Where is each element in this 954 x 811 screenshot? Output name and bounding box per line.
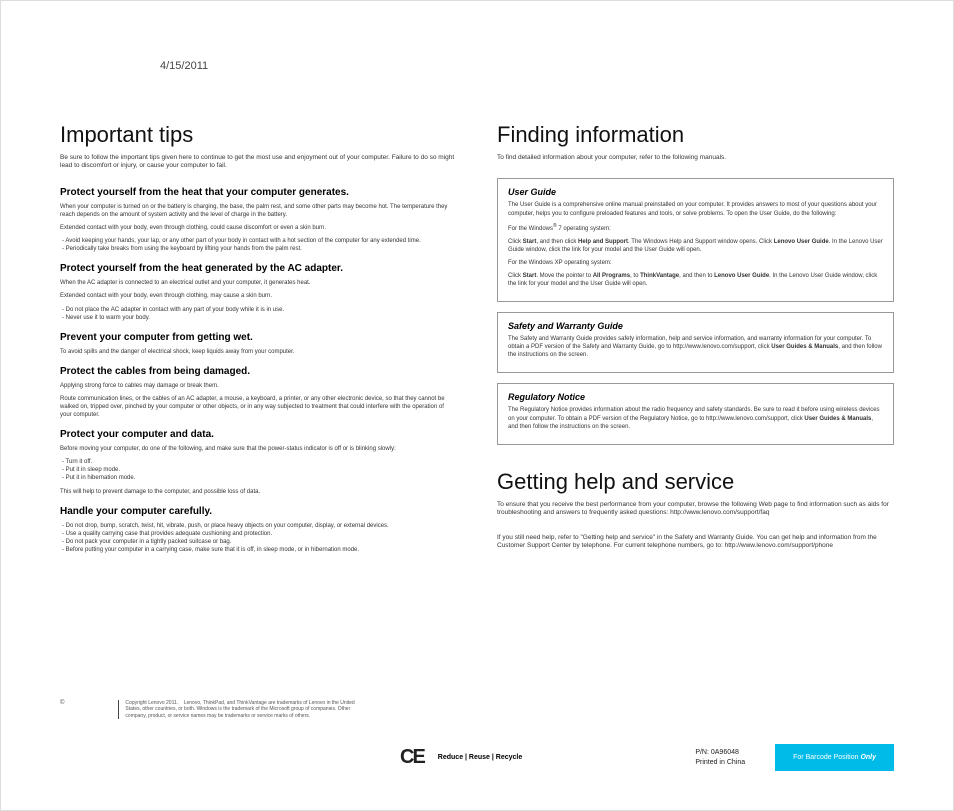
data-l1: - Turn it off.	[62, 458, 457, 466]
wet-p1: To avoid spills and the danger of electr…	[60, 348, 457, 356]
ug-p4: For the Windows XP operating system:	[508, 259, 883, 267]
handle-heading: Handle your computer carefully.	[60, 506, 457, 517]
help-p2: If you still need help, refer to "Gettin…	[497, 534, 894, 551]
barcode-prefix: For Barcode Position	[793, 754, 860, 761]
copyright-text: Copyright Lenovo 2011.	[125, 700, 178, 706]
ug-p1: The User Guide is a comprehensive online…	[508, 201, 883, 217]
sw-p1: The Safety and Warranty Guide provides s…	[508, 335, 883, 359]
left-column: Important tips Be sure to follow the imp…	[60, 122, 457, 567]
bottom-row: CE Reduce | Reuse | Recycle P/N: 0A96048…	[60, 744, 894, 771]
ce-mark-icon: CE	[400, 746, 424, 769]
data-l2: - Put it in sleep mode.	[62, 466, 457, 474]
reduce-reuse-recycle: Reduce | Reuse | Recycle	[438, 754, 522, 761]
adapter-l1: - Do not place the AC adapter in contact…	[62, 306, 457, 314]
heat-computer-heading: Protect yourself from the heat that your…	[60, 187, 457, 198]
data-p1: Before moving your computer, do one of t…	[60, 445, 457, 453]
getting-help-heading: Getting help and service	[497, 469, 894, 495]
document-page: 4/15/2011 Important tips Be sure to foll…	[0, 0, 954, 811]
data-l3: - Put it in hibernation mode.	[62, 474, 457, 482]
heat-adapter-heading: Protect yourself from the heat generated…	[60, 263, 457, 274]
part-number-block: P/N: 0A96048 Printed in China	[695, 748, 745, 766]
adapter-p1: When the AC adapter is connected to an e…	[60, 279, 457, 287]
regulatory-heading: Regulatory Notice	[508, 392, 883, 402]
adapter-l2: - Never use it to warm your body.	[62, 314, 457, 322]
user-guide-heading: User Guide	[508, 187, 883, 197]
heat-l2: - Periodically take breaks from using th…	[62, 245, 457, 253]
part-number: P/N: 0A96048	[695, 748, 745, 757]
handle-l3: - Do not pack your computer in a tightly…	[62, 538, 457, 546]
date-text: 4/15/2011	[160, 60, 894, 72]
copyright-icon: ©	[60, 700, 64, 706]
ug-p5: Click Start. Move the pointer to All Pro…	[508, 272, 883, 288]
barcode-only: Only	[860, 754, 876, 761]
cables-heading: Protect the cables from being damaged.	[60, 366, 457, 377]
handle-l1: - Do not drop, bump, scratch, twist, hit…	[62, 522, 457, 530]
cables-p1: Applying strong force to cables may dama…	[60, 382, 457, 390]
finding-info-intro: To find detailed information about your …	[497, 154, 894, 162]
printed-in: Printed in China	[695, 758, 745, 767]
wet-heading: Prevent your computer from getting wet.	[60, 332, 457, 343]
footer-legal: © Copyright Lenovo 2011. Lenovo, ThinkPa…	[60, 700, 894, 720]
safety-warranty-heading: Safety and Warranty Guide	[508, 321, 883, 331]
regulatory-box: Regulatory Notice The Regulatory Notice …	[497, 383, 894, 444]
finding-info-heading: Finding information	[497, 122, 894, 148]
handle-l2: - Use a quality carrying case that provi…	[62, 530, 457, 538]
cables-p2: Route communication lines, or the cables…	[60, 395, 457, 419]
data-p2: This will help to prevent damage to the …	[60, 488, 457, 496]
help-p1: To ensure that you receive the best perf…	[497, 501, 894, 518]
user-guide-box: User Guide The User Guide is a comprehen…	[497, 178, 894, 302]
right-column: Finding information To find detailed inf…	[497, 122, 894, 567]
two-column-layout: Important tips Be sure to follow the imp…	[60, 122, 894, 567]
barcode-box: For Barcode Position Only	[775, 744, 894, 771]
important-tips-intro: Be sure to follow the important tips giv…	[60, 154, 457, 171]
computer-data-heading: Protect your computer and data.	[60, 429, 457, 440]
finding-info-section: Finding information To find detailed inf…	[497, 122, 894, 445]
heat-p1: When your computer is turned on or the b…	[60, 203, 457, 219]
heat-p2: Extended contact with your body, even th…	[60, 224, 457, 232]
heat-l1: - Avoid keeping your hands, your lap, or…	[62, 237, 457, 245]
adapter-p2: Extended contact with your body, even th…	[60, 292, 457, 300]
ug-p2: For the Windows® 7 operating system:	[508, 223, 883, 233]
ug-p3: Click Start, and then click Help and Sup…	[508, 238, 883, 254]
getting-help-section: Getting help and service To ensure that …	[497, 469, 894, 551]
reg-p1: The Regulatory Notice provides informati…	[508, 406, 883, 430]
safety-warranty-box: Safety and Warranty Guide The Safety and…	[497, 312, 894, 373]
important-tips-heading: Important tips	[60, 122, 457, 148]
ce-block: CE Reduce | Reuse | Recycle	[400, 746, 522, 769]
handle-l4: - Before putting your computer in a carr…	[62, 546, 457, 554]
copyright-block: Copyright Lenovo 2011. Lenovo, ThinkPad,…	[118, 700, 358, 720]
